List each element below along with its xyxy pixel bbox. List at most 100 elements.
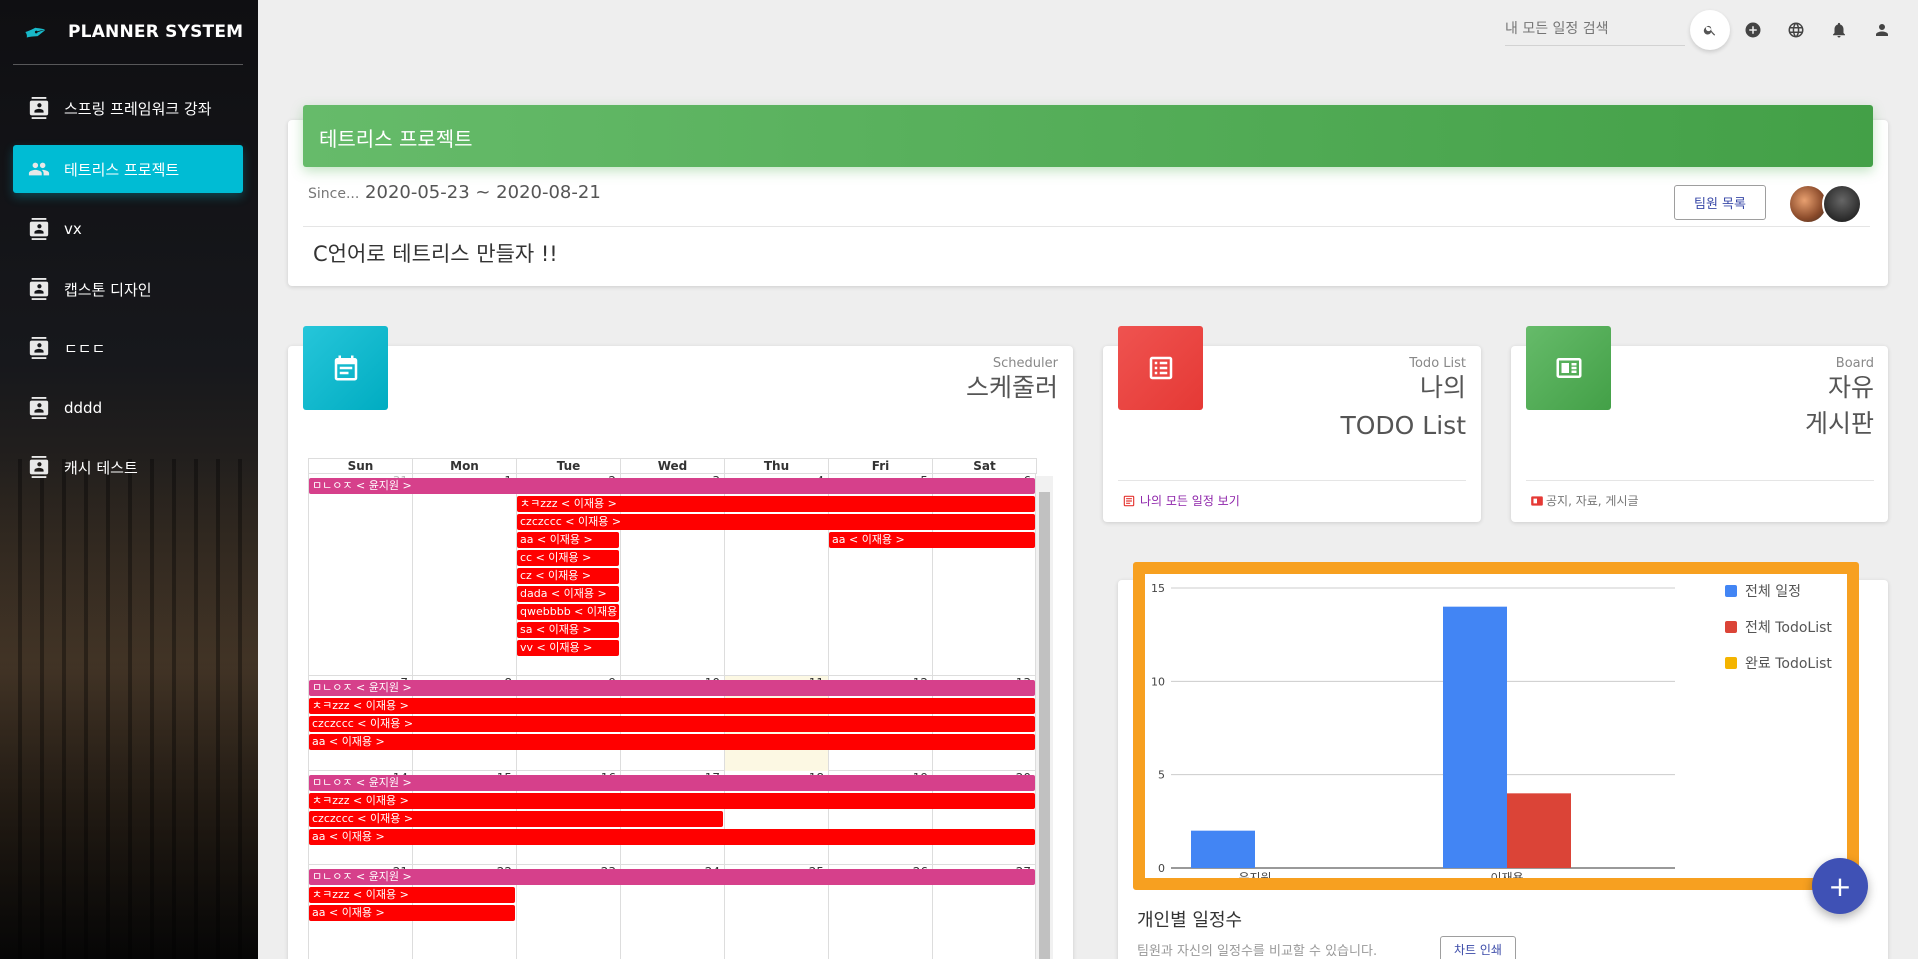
calendar[interactable]: SunMonTueWedThuFriSat 311234567891011121…	[308, 458, 1053, 959]
contact-icon	[28, 397, 50, 419]
sidebar-item-label: ㄷㄷㄷ	[64, 339, 106, 358]
legend-swatch	[1725, 621, 1737, 633]
legend-swatch	[1725, 657, 1737, 669]
add-circle-icon[interactable]	[1743, 20, 1763, 40]
calendar-event[interactable]: aa < 이재용 >	[309, 734, 1035, 750]
account-icon[interactable]	[1872, 20, 1892, 40]
bar	[1443, 606, 1507, 868]
contact-icon	[28, 456, 50, 478]
calendar-day-cell[interactable]: 31	[308, 474, 412, 676]
day-header: Thu	[725, 459, 829, 473]
board-divider	[1526, 480, 1874, 481]
calendar-event[interactable]: ㅁㄴㅇㅈ < 윤지원 >	[309, 478, 1035, 494]
bar	[1191, 830, 1255, 868]
y-tick-label: 10	[1151, 675, 1165, 688]
header-divider	[303, 226, 1870, 227]
scheduler-title[interactable]: 스케줄러	[966, 370, 1058, 406]
sidebar: ✒ PLANNER SYSTEM 스프링 프레임워크 강좌테트리스 프로젝트 vx…	[0, 0, 258, 959]
todo-footer-link[interactable]: 나의 모든 일정 보기	[1122, 492, 1240, 509]
contact-icon	[28, 218, 50, 240]
search-field[interactable]	[1505, 14, 1685, 46]
calendar-event[interactable]: aa < 이재용 >	[309, 829, 1035, 845]
legend-label: 전체 TodoList	[1745, 620, 1832, 636]
todo-category: Todo List	[1409, 356, 1466, 371]
search-button[interactable]	[1690, 10, 1730, 50]
brand[interactable]: ✒ PLANNER SYSTEM	[20, 14, 244, 52]
sidebar-item[interactable]: 캡스톤 디자인	[13, 265, 243, 313]
sidebar-item[interactable]: 테트리스 프로젝트	[13, 145, 243, 193]
member-avatar-2[interactable]	[1822, 184, 1862, 224]
sidebar-item[interactable]: vx	[13, 205, 243, 253]
day-header: Fri	[829, 459, 933, 473]
sidebar-item[interactable]: ㄷㄷㄷ	[13, 324, 243, 372]
team-list-button[interactable]: 팀원 목록	[1674, 185, 1766, 220]
scrollbar-thumb[interactable]	[1039, 492, 1050, 959]
calendar-scrollbar[interactable]	[1036, 476, 1053, 959]
board-title-line2[interactable]: 게시판	[1805, 406, 1874, 442]
calendar-event[interactable]: sa < 이재용 >	[517, 622, 619, 638]
quill-logo-icon: ✒	[20, 13, 52, 52]
calendar-event[interactable]: vv < 이재용 >	[517, 640, 619, 656]
brand-name: PLANNER SYSTEM	[68, 22, 244, 42]
chart-frame: 0 5 10 15 윤지원 이재용 전체 일정 전체 TodoList 완료 TodoList	[1133, 562, 1859, 890]
calendar-event[interactable]: cc < 이재용 >	[517, 550, 619, 566]
calendar-event[interactable]: ㅁㄴㅇㅈ < 윤지원 >	[309, 869, 1035, 885]
todo-footer-text[interactable]: 나의 모든 일정 보기	[1140, 492, 1240, 509]
bar-chart[interactable]: 0 5 10 15 윤지원 이재용 전체 일정전체 TodoList 완료 TodoList	[1145, 574, 1847, 885]
calendar-event[interactable]: ㅊㅋzzz < 이재용 >	[309, 793, 1035, 809]
y-tick-label: 15	[1151, 582, 1165, 595]
list-icon	[1118, 326, 1203, 410]
legend-label: 전체 일정	[1745, 584, 1801, 600]
notification-bell-icon[interactable]	[1829, 20, 1849, 40]
search-input[interactable]	[1505, 14, 1685, 44]
calendar-event[interactable]: czczccc < 이재용 >	[517, 514, 1035, 530]
todo-title-line1[interactable]: 나의	[1420, 370, 1466, 406]
language-icon[interactable]	[1786, 20, 1806, 40]
chart-subtitle: 팀원과 자신의 일정수를 비교할 수 있습니다.	[1137, 944, 1378, 959]
calendar-event[interactable]: aa < 이재용 >	[829, 532, 1035, 548]
calendar-event[interactable]: czczccc < 이재용 >	[309, 716, 1035, 732]
project-title: 테트리스 프로젝트	[303, 105, 1873, 167]
legend-label: 완료 TodoList	[1745, 656, 1832, 672]
calendar-event[interactable]: dada < 이재용 >	[517, 586, 619, 602]
project-period: Since... 2020-05-23 ~ 2020-08-21	[308, 182, 601, 203]
calendar-event[interactable]: czczccc < 이재용 >	[309, 811, 723, 827]
sidebar-item[interactable]: 스프링 프레임워크 강좌	[13, 84, 243, 132]
sidebar-item-label: dddd	[64, 399, 103, 417]
calendar-event[interactable]: cz < 이재용 >	[517, 568, 619, 584]
search-icon	[1703, 25, 1716, 36]
sidebar-divider	[13, 64, 243, 65]
calendar-event[interactable]: ㅊㅋzzz < 이재용 >	[309, 887, 515, 903]
calendar-event[interactable]: ㅁㄴㅇㅈ < 윤지원 >	[309, 775, 1035, 791]
board-icon	[1526, 326, 1611, 410]
sidebar-item-label: 캡스톤 디자인	[64, 280, 152, 299]
board-title-line1[interactable]: 자유	[1828, 370, 1874, 406]
calendar-day-cell[interactable]: 1	[412, 474, 516, 676]
board-footer-text: 공지, 자료, 게시글	[1546, 494, 1639, 508]
day-header: Sat	[933, 459, 1037, 473]
y-tick-label: 5	[1158, 769, 1165, 782]
list-small-icon	[1123, 495, 1135, 506]
print-chart-button[interactable]: 차트 인쇄	[1440, 936, 1516, 959]
contact-icon	[28, 337, 50, 359]
board-footer[interactable]: 공지, 자료, 게시글	[1530, 492, 1639, 509]
sidebar-item[interactable]: 캐시 테스트	[13, 443, 243, 491]
sidebar-background-image	[0, 459, 258, 959]
calendar-event[interactable]: ㅁㄴㅇㅈ < 윤지원 >	[309, 680, 1035, 696]
todo-divider	[1118, 480, 1466, 481]
contact-icon	[28, 278, 50, 300]
calendar-event[interactable]: ㅊㅋzzz < 이재용 >	[517, 496, 1035, 512]
contact-icon	[28, 97, 50, 119]
since-label: Since...	[308, 186, 360, 202]
sidebar-item-label: 테트리스 프로젝트	[64, 160, 180, 179]
calendar-event[interactable]: qwebbbb < 이재용 >	[517, 604, 619, 620]
calendar-event[interactable]: aa < 이재용 >	[517, 532, 619, 548]
todo-title-line2[interactable]: TODO List	[1340, 408, 1466, 444]
calendar-icon	[303, 326, 388, 410]
sidebar-item[interactable]: dddd	[13, 384, 243, 432]
calendar-event[interactable]: aa < 이재용 >	[309, 905, 515, 921]
calendar-event[interactable]: ㅊㅋzzz < 이재용 >	[309, 698, 1035, 714]
x-tick-label: 이재용	[1490, 871, 1523, 878]
add-fab-button[interactable]: +	[1812, 858, 1868, 914]
project-description: C언어로 테트리스 만들자 !!	[313, 242, 558, 266]
